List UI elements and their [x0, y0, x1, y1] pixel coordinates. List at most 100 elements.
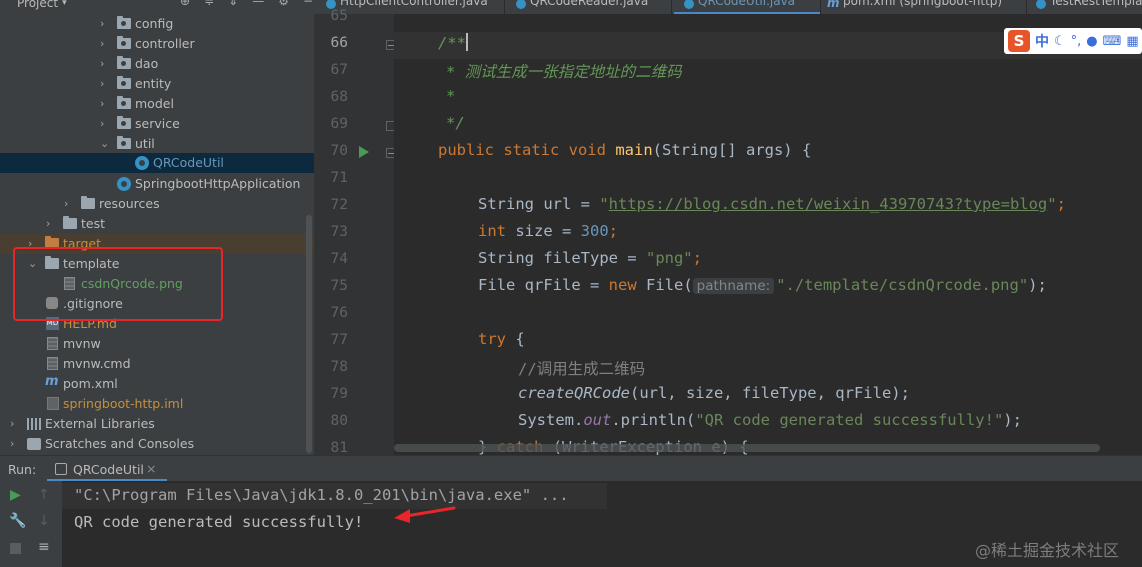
rerun-icon[interactable]: ▶: [10, 487, 21, 503]
chevron-right-icon[interactable]: ›: [100, 117, 110, 130]
close-icon[interactable]: —: [252, 0, 264, 8]
console-line: "C:\Program Files\Java\jdk1.8.0_201\bin\…: [74, 486, 569, 504]
tree-item-pom-xml[interactable]: m pom.xml: [0, 374, 314, 394]
chevron-right-icon[interactable]: ›: [10, 417, 20, 430]
tree-item-scratches[interactable]: › Scratches and Consoles: [0, 434, 314, 454]
tree-item-resources[interactable]: › resources: [0, 194, 314, 214]
line-number: 74: [330, 251, 348, 267]
doc-comment: /**: [438, 34, 466, 52]
arrow-up-icon[interactable]: ↑: [38, 487, 50, 503]
code-line-79: createQRCode(url, size, fileType, qrFile…: [518, 384, 910, 411]
soft-wrap-icon[interactable]: ≡: [38, 539, 50, 555]
line-number: 65: [330, 8, 348, 24]
expand-icon[interactable]: ⇕: [228, 0, 238, 8]
tree-item-label: test: [81, 216, 106, 231]
sogou-logo-icon[interactable]: S: [1008, 30, 1030, 52]
editor-horizontal-scrollbar[interactable]: [394, 444, 1100, 452]
code-editor[interactable]: /** * 测试生成一张指定地址的二维码 * */ public static …: [394, 14, 1142, 455]
url-link[interactable]: https://blog.csdn.net/weixin_43970743?ty…: [609, 195, 1048, 213]
tree-item-util[interactable]: ⌄ util: [0, 134, 314, 154]
package-folder-icon: [117, 136, 131, 149]
tree-item-label: service: [135, 116, 180, 131]
punctuation-icon[interactable]: °,: [1071, 34, 1082, 49]
chevron-right-icon[interactable]: ›: [100, 17, 110, 30]
tree-item-mvnw[interactable]: mvnw: [0, 334, 314, 354]
chevron-right-icon[interactable]: ›: [100, 77, 110, 90]
tab-pom-xml[interactable]: m pom.xml (springboot-http): [827, 0, 1002, 12]
tab-testresttemplate[interactable]: TestRestTemplate: [1036, 0, 1142, 12]
spring-class-icon: [117, 177, 131, 191]
run-tool-window-header: Run: QRCodeUtil ×: [0, 455, 1142, 482]
chevron-right-icon[interactable]: ›: [100, 97, 110, 110]
close-icon[interactable]: ×: [146, 461, 156, 476]
chevron-right-icon[interactable]: ›: [10, 437, 20, 450]
tree-item-service[interactable]: › service: [0, 114, 314, 134]
tree-item-dao[interactable]: › dao: [0, 54, 314, 74]
watermark: @稀土掘金技术社区: [975, 541, 1120, 560]
maven-icon: m: [827, 0, 840, 10]
code-text: String fileType =: [478, 249, 646, 267]
code-text: File qrFile =: [478, 276, 609, 294]
tree-item-model[interactable]: › model: [0, 94, 314, 114]
tab-separator: [1026, 0, 1027, 14]
code-line-72: String url = "https://blog.csdn.net/weix…: [478, 195, 1066, 213]
tab-httpclientcontroller[interactable]: HttpClientController.java: [326, 0, 488, 12]
file-icon: [47, 337, 58, 350]
keyboard-icon[interactable]: ⌨: [1103, 34, 1122, 49]
tree-item-test[interactable]: › test: [0, 214, 314, 234]
line-number: 80: [330, 413, 348, 429]
tab-qrcodereader[interactable]: QRCodeReader.java: [516, 0, 648, 12]
ime-mode-toggle[interactable]: 中: [1035, 31, 1049, 51]
tree-item-config[interactable]: › config: [0, 14, 314, 34]
chevron-down-icon[interactable]: ⌄: [100, 137, 110, 150]
code-text: (url, size, fileType, qrFile);: [629, 384, 910, 402]
gear-icon[interactable]: ⚙: [278, 0, 289, 8]
chevron-right-icon[interactable]: ›: [100, 37, 110, 50]
method-name: main: [615, 141, 653, 159]
chevron-right-icon[interactable]: ›: [64, 197, 74, 210]
method-call: createQRCode: [518, 384, 630, 402]
tree-item-controller[interactable]: › controller: [0, 34, 314, 54]
run-tab-qrcodeutil[interactable]: QRCodeUtil: [73, 462, 144, 477]
wrench-icon[interactable]: 🔧: [9, 513, 26, 529]
tree-item-external-libraries[interactable]: › External Libraries: [0, 414, 314, 434]
grid-icon[interactable]: ▦: [1126, 34, 1138, 49]
tree-item-mvnw-cmd[interactable]: mvnw.cmd: [0, 354, 314, 374]
package-folder-icon: [117, 56, 131, 69]
tree-item-label: SpringbootHttpApplication: [135, 176, 301, 191]
chevron-right-icon[interactable]: ›: [100, 57, 110, 70]
project-scrollbar[interactable]: [306, 215, 312, 453]
line-number: 71: [330, 170, 348, 186]
arrow-down-icon[interactable]: ↓: [38, 513, 50, 529]
run-gutter-icon[interactable]: [359, 146, 369, 158]
project-title[interactable]: Project: [17, 0, 58, 10]
tree-item-label: springboot-http.iml: [63, 396, 184, 411]
crosshair-icon[interactable]: ⊕: [180, 0, 190, 8]
tree-item-iml[interactable]: springboot-http.iml: [0, 394, 314, 414]
keyword: try: [478, 330, 506, 348]
line-number: 70: [330, 143, 348, 159]
tab-qrcodeutil[interactable]: QRCodeUtil.java: [684, 0, 795, 12]
package-folder-icon: [117, 16, 131, 29]
tree-item-springboot-app[interactable]: SpringbootHttpApplication: [0, 174, 314, 194]
tree-item-entity[interactable]: › entity: [0, 74, 314, 94]
line-number: 66: [330, 35, 348, 51]
chevron-down-icon[interactable]: ▾: [62, 0, 67, 8]
collapse-icon[interactable]: ≑: [204, 0, 214, 8]
code-line-73: int size = 300;: [478, 222, 618, 240]
parameter-hint: pathname:: [692, 278, 775, 294]
static-field: out: [583, 411, 612, 429]
keyword: public static void: [438, 141, 606, 159]
line-number: 67: [330, 62, 348, 78]
mic-icon[interactable]: ●: [1086, 34, 1097, 49]
line-number: 72: [330, 197, 348, 213]
tree-item-qrcodeutil[interactable]: QRCodeUtil: [0, 153, 314, 173]
stop-icon[interactable]: [10, 543, 21, 554]
hide-icon[interactable]: −: [303, 0, 313, 8]
annotation-highlight-box: [13, 247, 223, 321]
line-number: 76: [330, 305, 348, 321]
chevron-right-icon[interactable]: ›: [46, 217, 56, 230]
moon-icon[interactable]: ☾: [1054, 34, 1066, 49]
tree-item-label: QRCodeUtil: [153, 155, 224, 170]
ime-toolbar[interactable]: S 中 ☾ °, ● ⌨ ▦: [1004, 28, 1142, 54]
